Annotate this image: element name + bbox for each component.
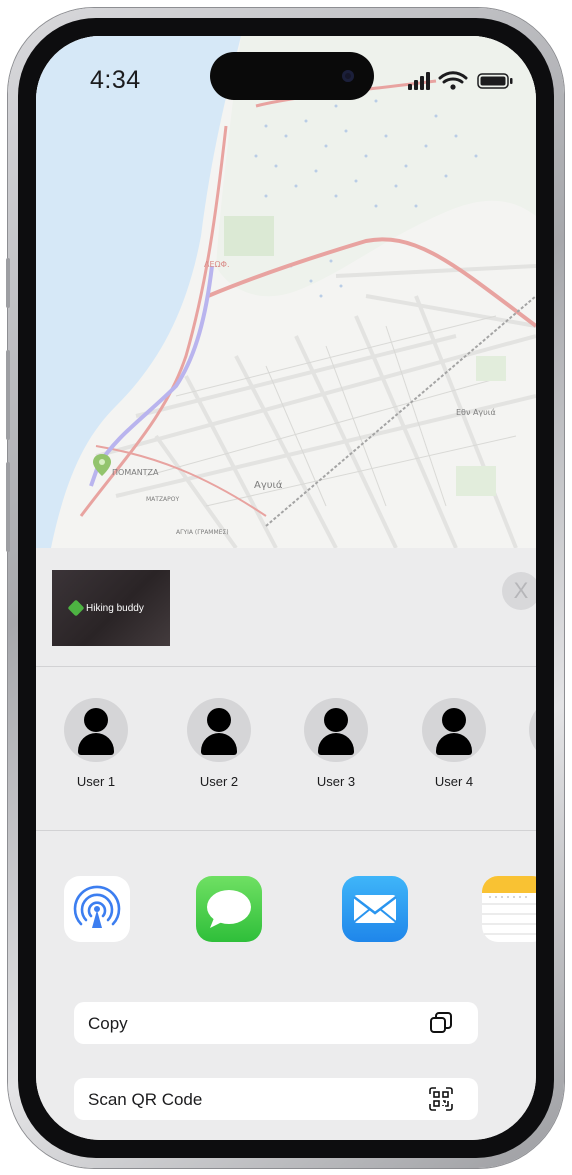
mail-icon[interactable] [342,876,408,942]
camera-icon [342,70,354,82]
copy-action[interactable]: Copy [74,1002,478,1044]
map-label: Εθν Αγυιά [456,408,496,417]
divider [36,666,536,667]
share-contact[interactable]: User 4 [419,698,489,789]
battery-icon [477,73,513,89]
contact-name: User 1 [76,774,116,789]
divider [36,830,536,831]
wifi-icon [438,71,468,84]
airdrop-icon[interactable] [64,876,130,942]
contact-name: User 3 [316,774,356,789]
qr-code-icon [429,1087,453,1111]
share-contact[interactable]: User 3 [301,698,371,789]
close-button[interactable]: X [502,572,536,610]
volume-up-button [6,350,10,440]
copy-label: Copy [88,1014,128,1033]
share-preview: Hiking buddy [52,570,170,646]
screen: ΠΟΜΑΝΤΖΑ Αγυιά ΜΑΤΖΑΡΟΥ ΑΓΥΙΑ (ΓΡΑΜΜΕΣ) … [36,36,536,1140]
cellular-signal-icon [408,72,430,90]
person-icon [304,698,368,762]
contact-name: User 2 [199,774,239,789]
person-icon [529,698,536,762]
scan-qr-action[interactable]: Scan QR Code [74,1078,478,1120]
preview-title: Hiking buddy [86,602,144,614]
person-icon [187,698,251,762]
person-icon [64,698,128,762]
map-label: ΠΟΜΑΝΤΖΑ [112,468,159,477]
copy-icon [430,1012,452,1033]
share-contact[interactable]: User 2 [184,698,254,789]
map-label: Αγυιά [254,480,283,491]
notes-icon[interactable] [482,876,536,942]
status-bar: 4:34 [36,36,536,116]
map-label: ΜΑΤΖΑΡΟΥ [146,496,180,503]
person-icon [422,698,486,762]
status-icons [408,71,513,90]
map-label: ΛΕΩΦ. [204,260,230,269]
share-sheet: Hiking buddy X User 1 User 2 User 3 User… [36,548,536,1140]
hiking-buddy-logo-icon [67,599,85,617]
action-button [6,258,10,308]
messages-icon[interactable] [196,876,262,942]
scan-qr-label: Scan QR Code [88,1090,203,1109]
map-label: ΑΓΥΙΑ (ΓΡΑΜΜΕΣ) [176,529,229,536]
share-contact[interactable] [526,698,536,774]
contact-name: User 4 [434,774,474,789]
status-time: 4:34 [90,66,141,94]
share-contact[interactable]: User 1 [61,698,131,789]
volume-down-button [6,462,10,552]
